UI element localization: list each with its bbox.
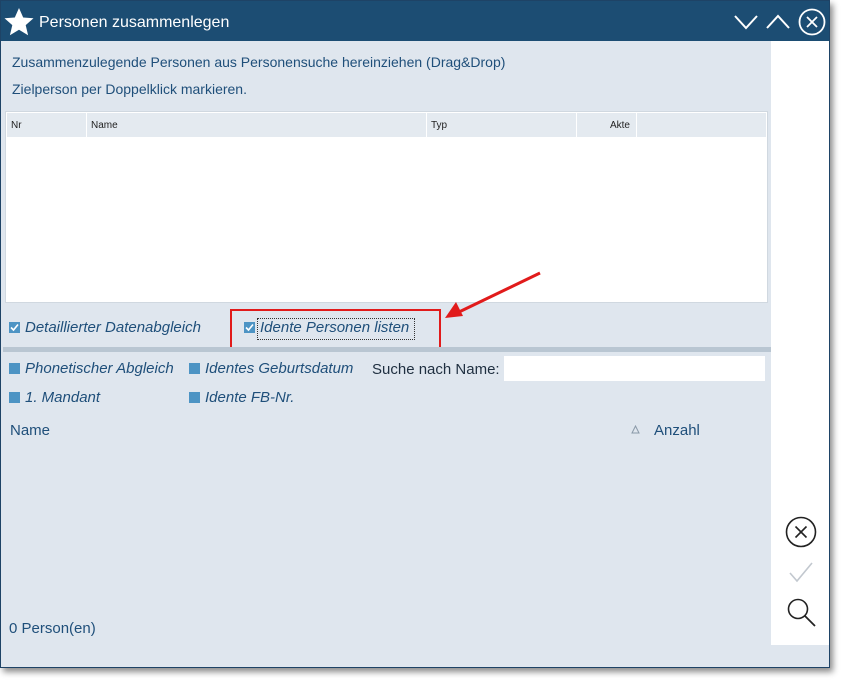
column-header-name[interactable]: Name [87, 113, 427, 137]
star-icon [4, 8, 34, 36]
results-column-name[interactable]: Name [10, 422, 50, 439]
identical-birthdate-label[interactable]: Identes Geburtsdatum [205, 360, 353, 377]
list-identical-label[interactable]: Idente Personen listen [260, 319, 409, 336]
instruction-drag-drop: Zusammenzulegende Personen aus Personens… [12, 54, 506, 70]
merge-persons-dialog: Personen zusammenlegen Zusammenzulegende… [0, 0, 830, 668]
results-column-count[interactable]: Anzahl [654, 422, 700, 439]
identical-fb-nr-label[interactable]: Idente FB-Nr. [205, 389, 294, 406]
grid-header: Nr Name Typ Akte [7, 113, 766, 137]
phonetic-compare-checkbox[interactable] [9, 363, 20, 374]
search-icon[interactable] [785, 596, 817, 628]
list-identical-checkbox[interactable] [244, 322, 255, 333]
checkmark-icon[interactable] [787, 559, 815, 587]
person-count-status: 0 Person(en) [9, 620, 96, 637]
column-header-akte[interactable]: Akte [577, 113, 637, 137]
search-by-name-label: Suche nach Name: [372, 361, 500, 378]
side-action-panel [771, 41, 829, 645]
chevron-up-icon[interactable] [764, 8, 792, 36]
chevron-down-icon[interactable] [732, 8, 760, 36]
instruction-double-click: Zielperson per Doppelklick markieren. [12, 81, 247, 97]
phonetic-compare-label[interactable]: Phonetischer Abgleich [25, 360, 174, 377]
identical-birthdate-checkbox[interactable] [189, 363, 200, 374]
column-header-nr[interactable]: Nr [7, 113, 87, 137]
detailed-compare-checkbox[interactable] [9, 322, 20, 333]
detailed-compare-label[interactable]: Detaillierter Datenabgleich [25, 319, 201, 336]
close-circle-icon[interactable] [798, 8, 826, 36]
checkmark-icon [10, 323, 19, 332]
window-title: Personen zusammenlegen [39, 14, 230, 31]
first-mandant-checkbox[interactable] [9, 392, 20, 403]
section-divider [3, 347, 771, 352]
cancel-circle-icon[interactable] [785, 516, 817, 548]
first-mandant-label[interactable]: 1. Mandant [25, 389, 100, 406]
title-bar[interactable]: Personen zusammenlegen [1, 1, 829, 41]
search-by-name-input[interactable] [504, 356, 765, 381]
red-arrow-icon [445, 271, 541, 318]
identical-fb-nr-checkbox[interactable] [189, 392, 200, 403]
column-header-typ[interactable]: Typ [427, 113, 577, 137]
merge-persons-grid[interactable]: Nr Name Typ Akte [5, 111, 768, 303]
checkmark-icon [245, 323, 254, 332]
sort-triangle-icon[interactable] [631, 425, 640, 434]
